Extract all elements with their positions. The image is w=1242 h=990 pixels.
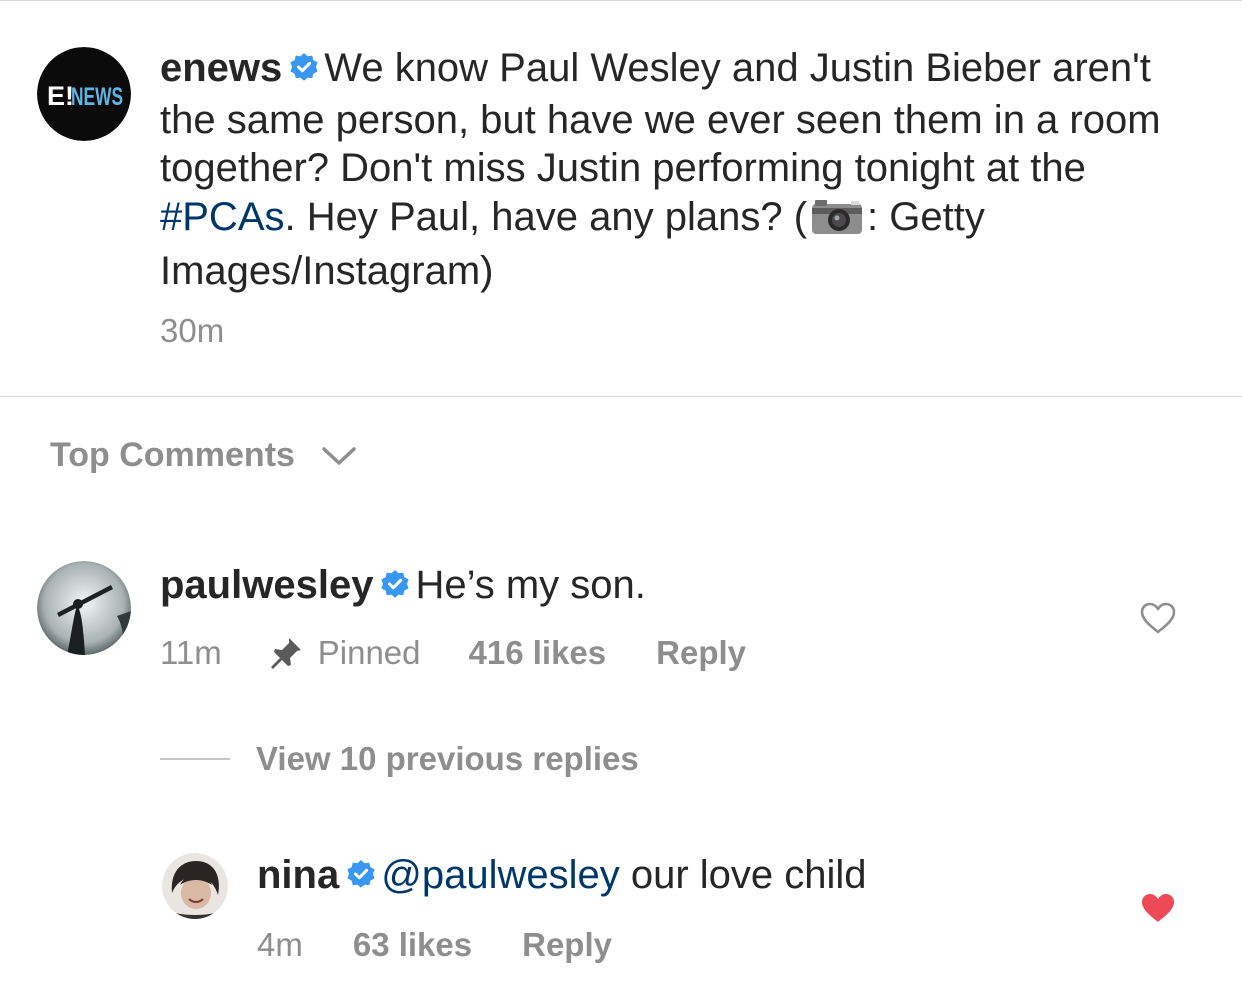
chevron-down-icon <box>322 446 356 465</box>
pin-icon <box>270 638 301 669</box>
reply-username[interactable]: nina <box>257 853 339 897</box>
post-meta: 30m <box>160 312 224 350</box>
avatar-logo-news: NEWS <box>71 83 123 111</box>
avatar-logo-e: E! <box>47 81 74 111</box>
hashtag-link[interactable]: #PCAs <box>160 195 285 239</box>
nina-avatar[interactable] <box>162 853 228 919</box>
comment-likes[interactable]: 416 likes <box>469 634 607 672</box>
reply-button[interactable]: Reply <box>522 926 612 964</box>
caption-text-2: . Hey Paul, have any plans? ( <box>284 194 808 239</box>
comment-time: 11m <box>160 634 222 671</box>
top-divider <box>0 0 1242 1</box>
post-caption: enews We know Paul Wesley and Justin Bieb… <box>160 44 1210 296</box>
view-replies-label: View 10 previous replies <box>256 740 639 777</box>
comment-body: He’s my son. <box>415 563 646 607</box>
reply-nina: nina @paulwesley our love child <box>257 851 867 902</box>
reply-button[interactable]: Reply <box>656 634 746 672</box>
pinned-indicator: Pinned <box>268 634 421 672</box>
view-previous-replies[interactable]: View 10 previous replies <box>160 740 639 778</box>
reply-body: our love child <box>619 853 867 897</box>
verified-badge-icon <box>288 47 320 96</box>
enews-avatar[interactable]: E! NEWS <box>37 47 131 141</box>
replies-dash <box>160 758 230 760</box>
like-heart-icon[interactable] <box>1140 602 1176 639</box>
reply-time: 4m <box>257 926 303 963</box>
comment-paulwesley: paulwesley He’s my son. <box>160 561 646 612</box>
section-divider <box>0 396 1242 397</box>
verified-badge-icon <box>345 854 377 902</box>
mention-link[interactable]: @paulwesley <box>381 853 620 897</box>
top-comments-toggle[interactable]: Top Comments <box>50 436 357 475</box>
paulwesley-avatar[interactable] <box>37 561 131 655</box>
verified-badge-icon <box>379 564 411 612</box>
comment-meta: 11m Pinned 416 likes Reply <box>160 634 746 672</box>
reply-meta: 4m 63 likes Reply <box>257 926 612 964</box>
reply-likes[interactable]: 63 likes <box>353 926 472 964</box>
post-username[interactable]: enews <box>160 46 282 90</box>
camera-emoji-icon <box>809 198 865 248</box>
liked-heart-icon[interactable] <box>1140 892 1176 929</box>
comment-username[interactable]: paulwesley <box>160 563 373 607</box>
top-comments-label: Top Comments <box>50 436 295 474</box>
post-time: 30m <box>160 312 225 349</box>
